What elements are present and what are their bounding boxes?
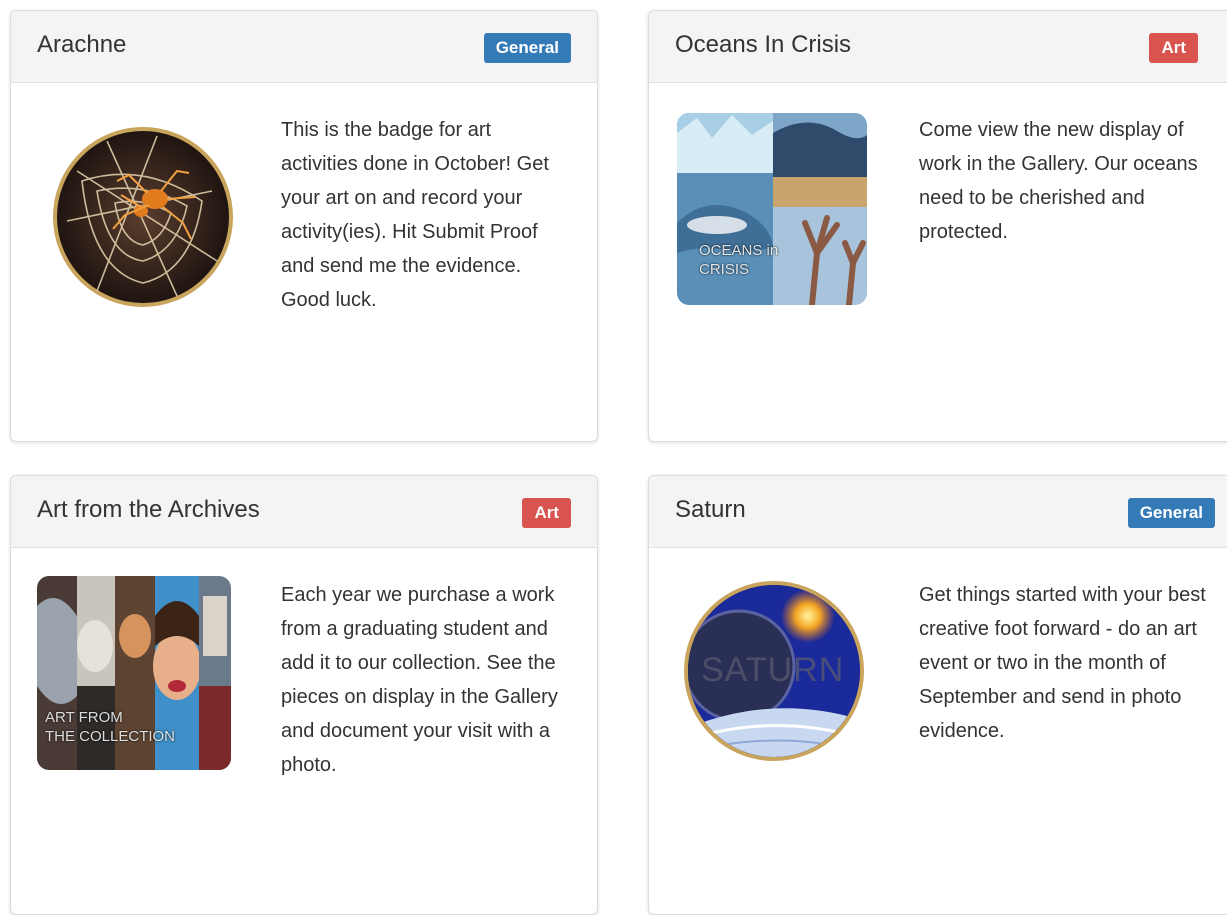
card-description: Each year we purchase a work from a grad… (281, 584, 558, 776)
badge-card-arachne[interactable]: Arachne General This is the badge for ar… (10, 10, 598, 442)
category-badge: Art (1149, 33, 1198, 63)
card-description: Come view the new display of work in the… (919, 119, 1198, 243)
card-header: Saturn General (649, 476, 1227, 548)
portrait-collage-icon[interactable]: ART FROM THE COLLECTION (37, 576, 231, 770)
card-title: Saturn (675, 496, 746, 523)
card-description: This is the badge for art activities don… (281, 119, 549, 311)
card-title: Arachne (37, 31, 127, 58)
card-header: Arachne General (11, 11, 597, 83)
image-caption: ART FROM THE COLLECTION (45, 709, 176, 745)
image-caption: OCEANS in CRISIS (699, 242, 779, 278)
spider-web-icon[interactable] (37, 111, 237, 311)
category-badge: Art (522, 498, 571, 528)
card-title: Oceans In Crisis (675, 31, 852, 58)
image-caption: SATURN (701, 651, 845, 689)
planet-icon[interactable]: SATURN (679, 576, 869, 766)
category-badge: General (483, 33, 571, 63)
card-description: Get things started with your best creati… (919, 584, 1206, 742)
card-header: Art from the Archives Art (11, 476, 597, 548)
badge-card-saturn[interactable]: Saturn General SATURN Get things started… (648, 475, 1227, 915)
badge-card-art-from-the-archives[interactable]: Art from the Archives Art ART FROM THE C… (10, 475, 598, 915)
card-header: Oceans In Crisis Art (649, 11, 1227, 83)
badge-card-oceans-in-crisis[interactable]: Oceans In Crisis Art OCEANS in CRISIS Co… (648, 10, 1227, 442)
category-badge: General (1127, 498, 1215, 528)
card-title: Art from the Archives (37, 496, 260, 523)
ocean-collage-icon[interactable]: OCEANS in CRISIS (677, 113, 867, 305)
